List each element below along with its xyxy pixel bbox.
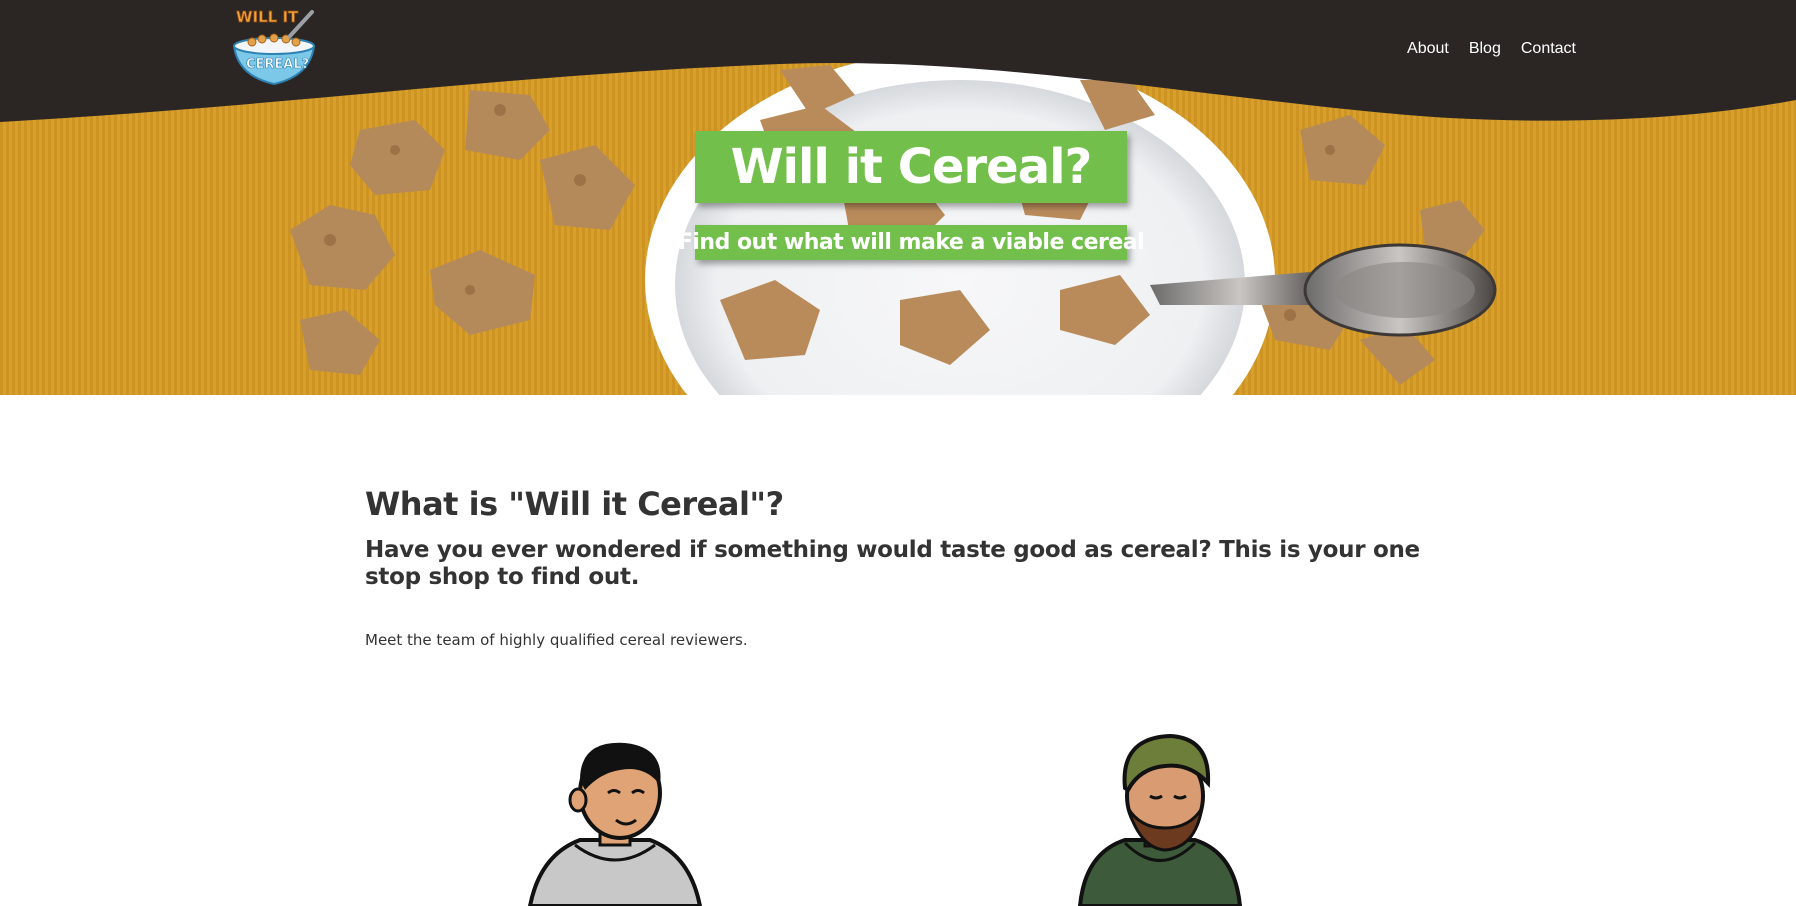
main-nav: About Blog Contact: [1407, 40, 1576, 58]
hero-banner: WILL IT CEREAL? About Blog Contact Will …: [0, 0, 1796, 395]
hero-title: Will it Cereal?: [730, 139, 1093, 195]
hero-title-box: Will it Cereal?: [695, 131, 1127, 203]
about-section: What is "Will it Cereal"? Have you ever …: [365, 485, 1425, 649]
reviewer-avatar-hoodie: [527, 742, 703, 906]
nav-blog-link[interactable]: Blog: [1469, 40, 1501, 58]
section-subheading: Have you ever wondered if something woul…: [365, 537, 1420, 590]
team-intro-text: Meet the team of highly qualified cereal…: [365, 631, 748, 649]
nav-contact-link[interactable]: Contact: [1521, 40, 1576, 58]
hero-subtitle-box: Find out what will make a viable cereal: [678, 225, 1145, 260]
hero-subtitle: Find out what will make a viable cereal: [677, 230, 1145, 255]
section-heading: What is "Will it Cereal"?: [365, 485, 784, 523]
svg-text:CEREAL?: CEREAL?: [246, 57, 309, 72]
svg-text:WILL IT: WILL IT: [236, 8, 299, 26]
nav-about-link[interactable]: About: [1407, 40, 1449, 58]
reviewer-avatar-beanie: [1077, 733, 1243, 906]
will-it-cereal-logo[interactable]: WILL IT CEREAL?: [228, 4, 320, 86]
